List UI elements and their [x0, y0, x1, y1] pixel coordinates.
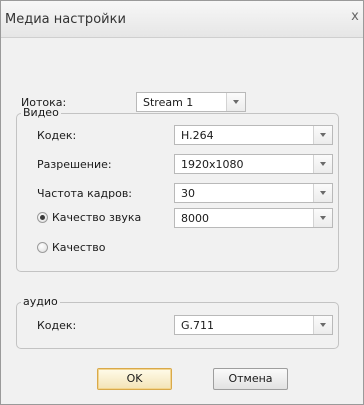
video-legend: Видео [21, 106, 61, 119]
close-icon[interactable]: x [349, 10, 361, 24]
video-resolution-label: Разрешение: [37, 158, 112, 171]
chevron-down-icon[interactable] [313, 126, 332, 144]
video-resolution-value: 1920x1080 [181, 158, 244, 171]
audio-codec-label: Кодек: [37, 319, 77, 332]
ok-button[interactable]: OK [97, 368, 172, 390]
video-framerate-label: Частота кадров: [37, 187, 133, 200]
video-codec-value: H.264 [181, 129, 214, 142]
title-bar[interactable]: Медиа настройки x [1, 1, 363, 38]
video-codec-label: Кодек: [37, 129, 77, 142]
video-codec-select[interactable]: H.264 [174, 125, 333, 145]
sound-quality-label[interactable]: Качество звука [52, 211, 141, 224]
sound-quality-value: 8000 [181, 212, 209, 225]
chevron-down-icon[interactable] [313, 316, 332, 334]
chevron-down-icon[interactable] [313, 155, 332, 173]
chevron-down-icon[interactable] [313, 184, 332, 202]
stream-select-value: Stream 1 [143, 96, 194, 109]
quality-label[interactable]: Качество [52, 241, 106, 254]
video-framerate-select[interactable]: 30 [174, 183, 333, 203]
media-settings-dialog: Медиа настройки x Иотока: Stream 1 Видео… [0, 0, 364, 405]
sound-quality-select[interactable]: 8000 [174, 208, 333, 228]
window-title: Медиа настройки [5, 12, 126, 27]
chevron-down-icon[interactable] [226, 93, 245, 111]
audio-legend: аудио [21, 295, 60, 308]
quality-radio[interactable] [37, 242, 48, 253]
chevron-down-icon[interactable] [313, 209, 332, 227]
sound-quality-radio[interactable] [37, 212, 48, 223]
stream-select[interactable]: Stream 1 [136, 92, 246, 112]
audio-codec-select[interactable]: G.711 [174, 315, 333, 335]
cancel-button[interactable]: Отмена [213, 368, 288, 390]
video-framerate-value: 30 [181, 187, 195, 200]
audio-codec-value: G.711 [181, 319, 215, 332]
video-resolution-select[interactable]: 1920x1080 [174, 154, 333, 174]
